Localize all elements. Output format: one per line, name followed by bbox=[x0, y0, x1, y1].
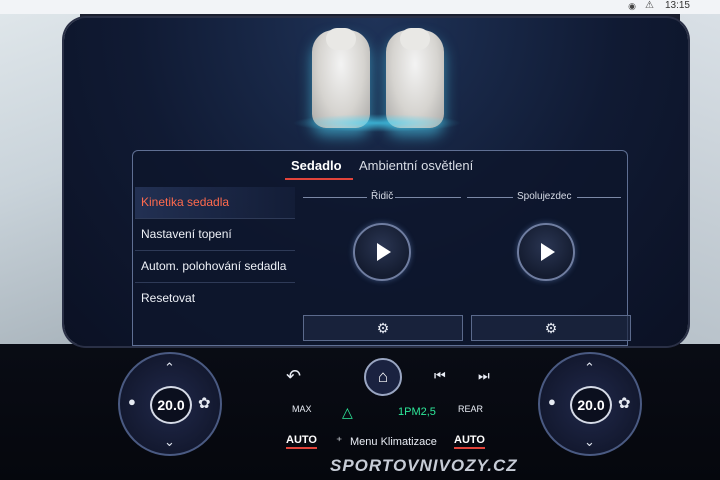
thermometer-icon: ⁺ bbox=[336, 434, 343, 448]
rear-defrost-button[interactable]: REAR bbox=[458, 404, 483, 414]
home-icon: ⌂ bbox=[377, 367, 389, 386]
home-button[interactable]: ⌂ bbox=[364, 358, 402, 396]
seat-heat-icon[interactable]: ● bbox=[128, 394, 136, 409]
passenger-header-line-left bbox=[467, 197, 513, 198]
chevron-up-icon[interactable]: ⌃ bbox=[584, 360, 595, 376]
menu-item-auto-position[interactable]: Autom. polohování sedadla bbox=[135, 251, 295, 283]
gear-icon: ⚙ bbox=[544, 320, 558, 336]
passenger-settings-button[interactable]: ⚙ bbox=[471, 315, 631, 341]
chevron-up-icon[interactable]: ⌃ bbox=[164, 360, 175, 376]
camera-icon: ◉ bbox=[628, 1, 636, 11]
auto-right-button[interactable]: AUTO bbox=[454, 434, 485, 449]
seat-settings-screen: Sedadlo Ambientní osvětlení Kinetika sed… bbox=[64, 18, 688, 346]
car-airflow-icon[interactable]: △ bbox=[342, 404, 353, 421]
passenger-column-header: Spolujezdec bbox=[517, 191, 572, 202]
fan-icon[interactable]: ✿ bbox=[618, 394, 631, 412]
next-track-icon[interactable]: ⏭ bbox=[478, 368, 490, 384]
watermark: SPORTOVNIVOZY.CZ bbox=[330, 456, 518, 475]
auto-left-button[interactable]: AUTO bbox=[286, 434, 317, 449]
seat-glow bbox=[292, 114, 462, 132]
previous-track-icon[interactable]: ⏮ bbox=[434, 368, 446, 384]
driver-header-line-left bbox=[303, 197, 367, 198]
play-icon bbox=[377, 243, 391, 261]
menu-item-heating[interactable]: Nastavení topení bbox=[135, 219, 295, 251]
passenger-play-button[interactable] bbox=[517, 223, 575, 281]
menu-item-kinetics[interactable]: Kinetika sedadla bbox=[135, 187, 295, 219]
driver-column-header: Řidič bbox=[371, 191, 394, 202]
driver-header-line-right bbox=[395, 197, 461, 198]
passenger-temperature-dial[interactable]: ⌃ ● 20.0 ✿ ⌄ bbox=[538, 352, 642, 456]
driver-play-button[interactable] bbox=[353, 223, 411, 281]
alert-icon: ⚠ bbox=[645, 0, 654, 11]
driver-temperature-dial[interactable]: ⌃ ● 20.0 ✿ ⌄ bbox=[118, 352, 222, 456]
play-icon bbox=[541, 243, 555, 261]
pm25-indicator[interactable]: 1PM2,5 bbox=[398, 406, 436, 418]
active-tab-underline bbox=[285, 178, 353, 180]
gear-icon: ⚙ bbox=[376, 320, 390, 336]
chevron-down-icon[interactable]: ⌄ bbox=[584, 434, 595, 450]
fan-icon[interactable]: ✿ bbox=[198, 394, 211, 412]
passenger-temperature-value: 20.0 bbox=[570, 386, 612, 424]
menu-item-reset[interactable]: Resetovat bbox=[135, 283, 295, 315]
seat-menu: Kinetika sedadla Nastavení topení Autom.… bbox=[135, 187, 295, 315]
back-icon[interactable]: ↶ bbox=[286, 366, 301, 387]
climate-control-bar: ⌃ ● 20.0 ✿ ⌄ ↶ ⌂ ⏮ ⏭ MAX △ 1PM2,5 REAR A… bbox=[108, 352, 668, 462]
seat-panel: Sedadlo Ambientní osvětlení Kinetika sed… bbox=[132, 150, 631, 346]
rear-label: REAR bbox=[458, 404, 484, 414]
driver-settings-button[interactable]: ⚙ bbox=[303, 315, 463, 341]
driver-temperature-value: 20.0 bbox=[150, 386, 192, 424]
status-bar: ◉ ⚠ 13:15 bbox=[0, 0, 720, 14]
tab-sedadlo[interactable]: Sedadlo bbox=[291, 157, 342, 175]
passenger-header-line-right bbox=[577, 197, 621, 198]
max-defrost-button[interactable]: MAX bbox=[292, 404, 312, 414]
clock: 13:15 bbox=[664, 0, 690, 11]
chevron-down-icon[interactable]: ⌄ bbox=[164, 434, 175, 450]
seat-heat-icon[interactable]: ● bbox=[548, 394, 556, 409]
max-label: MAX bbox=[292, 404, 312, 414]
tab-ambient-lighting[interactable]: Ambientní osvětlení bbox=[359, 157, 473, 175]
climate-menu-button[interactable]: Menu Klimatizace bbox=[350, 436, 437, 448]
